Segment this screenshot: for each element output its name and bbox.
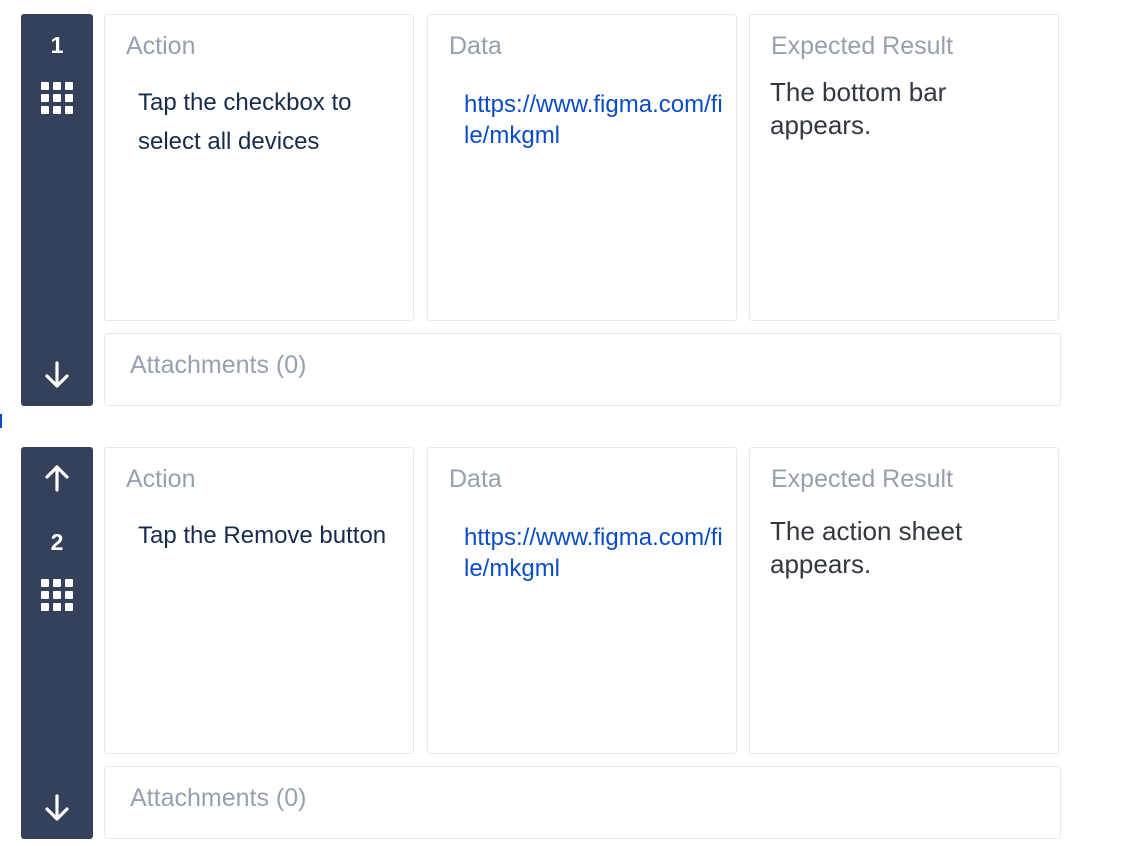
drag-handle-icon[interactable] [40,81,74,115]
drag-handle-icon[interactable] [40,578,74,612]
expected-result-card[interactable]: Expected Result The action sheet appears… [749,447,1059,754]
data-label: Data [449,465,502,493]
action-label: Action [126,32,196,60]
data-link[interactable]: https://www.figma.com/file/mkgml [464,522,726,584]
action-label: Action [126,465,196,493]
step-number: 2 [50,529,64,555]
expected-result-text[interactable]: The action sheet appears. [770,515,1040,581]
data-link[interactable]: https://www.figma.com/file/mkgml [464,89,726,151]
expected-result-label: Expected Result [771,465,954,493]
test-step-1: 1 Action Tap the checkbox to select all … [21,14,1061,406]
attachments-panel[interactable]: Attachments (0) [104,333,1061,406]
action-card[interactable]: Action Tap the Remove button [104,447,414,754]
data-card[interactable]: Data https://www.figma.com/file/mkgml [427,447,737,754]
attachments-label: Attachments (0) [130,784,307,812]
arrow-down-icon[interactable] [42,360,72,390]
step-2-rail: 2 [21,447,93,839]
data-card[interactable]: Data https://www.figma.com/file/mkgml [427,14,737,321]
step-1-rail: 1 [21,14,93,406]
data-label: Data [449,32,502,60]
action-text[interactable]: Tap the checkbox to select all devices [138,83,400,161]
text-cursor-marker [0,414,2,428]
expected-result-text[interactable]: The bottom bar appears. [770,76,1040,142]
attachments-panel[interactable]: Attachments (0) [104,766,1061,839]
action-card[interactable]: Action Tap the checkbox to select all de… [104,14,414,321]
step-number: 1 [50,32,64,58]
action-text[interactable]: Tap the Remove button [138,516,400,555]
test-step-2: 2 Action Tap the Remove button Data http… [21,447,1061,839]
arrow-down-icon[interactable] [42,793,72,823]
expected-result-label: Expected Result [771,32,954,60]
arrow-up-icon[interactable] [42,463,72,493]
expected-result-card[interactable]: Expected Result The bottom bar appears. [749,14,1059,321]
attachments-label: Attachments (0) [130,351,307,379]
